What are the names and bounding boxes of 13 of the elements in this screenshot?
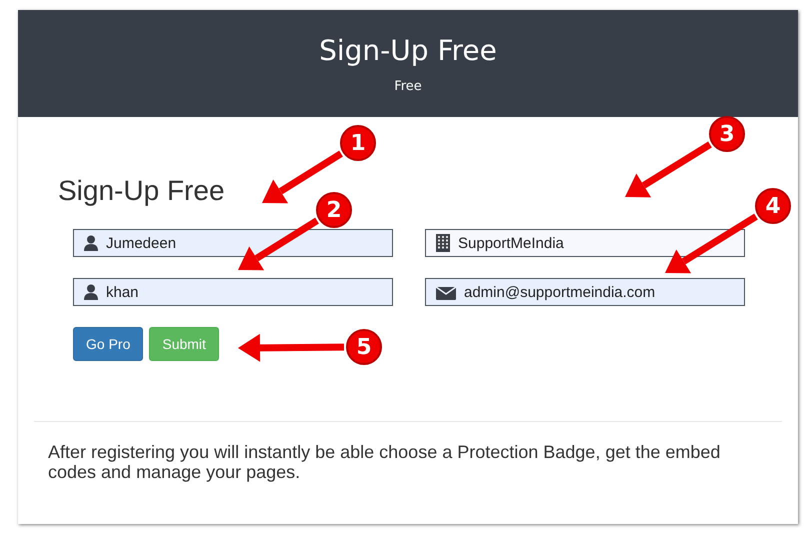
input-field[interactable]: khan [73, 278, 393, 306]
page-subtitle: Free [394, 78, 422, 94]
user-icon [84, 284, 98, 300]
form-heading: Sign-Up Free [58, 175, 225, 207]
info-text: After registering you will instantly be able choose a Protection Badge, get the embed codes and manage your pages. [48, 442, 722, 482]
envelope-icon [436, 284, 456, 300]
building-icon [436, 234, 450, 252]
input-field[interactable]: admin@supportmeindia.com [425, 278, 745, 306]
input-field[interactable]: Jumedeen [73, 229, 393, 257]
page-title: Sign-Up Free [319, 34, 497, 66]
go-pro-button[interactable]: Go Pro [73, 327, 144, 361]
user-icon [84, 235, 98, 251]
input-field[interactable]: SupportMeIndia [425, 229, 745, 257]
